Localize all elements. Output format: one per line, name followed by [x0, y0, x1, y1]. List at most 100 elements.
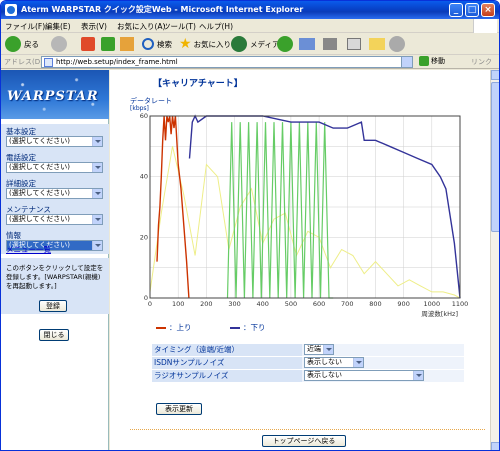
menu-view[interactable]: 表示(V) — [81, 21, 107, 32]
chevron-down-icon — [92, 241, 102, 250]
forward-arrow-icon — [51, 36, 67, 52]
address-dropdown-icon[interactable] — [401, 57, 412, 67]
favorites-button[interactable]: ★ お気に入り — [179, 35, 231, 53]
register-info-text: このボタンをクリックして設定を登録します。[WARPSTAR(親機)を再起動しま… — [6, 264, 104, 290]
ie-icon — [5, 4, 17, 16]
scroll-thumb[interactable] — [491, 82, 499, 232]
history-button[interactable] — [277, 35, 293, 53]
menu-bar: ファイル(F) 編集(E) 表示(V) お気に入り(A) ツール(T) ヘルプ(… — [1, 19, 499, 33]
minimize-button[interactable]: _ — [449, 3, 463, 17]
main-frame: 【キャリアチャート】 データレート [kbps] 0 20 40 60 0 100 200… — [110, 70, 490, 450]
mail-button[interactable] — [299, 35, 315, 53]
close-button[interactable]: × — [481, 3, 495, 17]
menu-tools[interactable]: ツール(T) — [163, 21, 196, 32]
phone-settings-select[interactable]: (選択してください) — [6, 162, 103, 173]
maximize-button[interactable]: □ — [465, 3, 479, 17]
refresh-display-button[interactable]: 表示更新 — [156, 403, 202, 415]
register-button[interactable]: 登録 — [39, 300, 67, 312]
legend-up-swatch — [156, 327, 166, 329]
timing-label: タイミング（遠端/近端） — [152, 344, 302, 356]
y-tick-label: 40 — [140, 173, 148, 181]
timing-row: タイミング（遠端/近端） 近端 — [152, 344, 464, 356]
menu-list-link[interactable]: メニュー一覧 — [6, 244, 51, 255]
isdn-noise-row: ISDNサンプルノイズ 表示しない — [152, 357, 464, 369]
x-tick-label: 1100 — [452, 300, 469, 308]
search-button[interactable]: 検索 — [142, 35, 172, 53]
messenger-button[interactable] — [389, 35, 405, 53]
stop-icon — [81, 37, 95, 51]
menu-favorites[interactable]: お気に入り(A) — [117, 21, 165, 32]
radio-noise-select[interactable]: 表示しない — [304, 370, 424, 381]
isdn-noise-label: ISDNサンプルノイズ — [152, 357, 302, 369]
chevron-down-icon — [92, 189, 102, 198]
window-title: Aterm WARPSTAR クイック設定Web - Microsoft Int… — [21, 5, 304, 14]
edit-button[interactable] — [347, 35, 361, 53]
x-tick-label: 700 — [341, 300, 353, 308]
refresh-button[interactable] — [101, 35, 115, 53]
forward-button[interactable] — [51, 35, 67, 53]
x-axis-label: 周波数[kHz] — [421, 309, 458, 318]
y-axis-label: データレート — [130, 96, 172, 105]
back-arrow-icon — [5, 36, 21, 52]
chevron-down-icon — [413, 371, 423, 380]
y-tick-labels: 0204060 — [140, 112, 148, 302]
page-icon — [44, 58, 53, 67]
windows-logo-icon — [473, 19, 497, 33]
home-icon — [120, 37, 134, 51]
radio-noise-label: ラジオサンプルノイズ — [152, 370, 302, 382]
title-bar: Aterm WARPSTAR クイック設定Web - Microsoft Int… — [1, 1, 499, 19]
left-frame: WARPSTAR 基本設定 (選択してください) 電話設定 (選択してください)… — [1, 70, 109, 450]
address-input[interactable]: http://web.setup/index_frame.html — [41, 56, 413, 68]
x-tick-label: 600 — [313, 300, 325, 308]
legend-down-swatch — [230, 327, 240, 329]
chevron-down-icon — [92, 215, 102, 224]
scroll-down-icon[interactable] — [491, 442, 499, 450]
toolbar: 戻る 検索 ★ お気に入り メディア — [1, 33, 499, 55]
menu-maintenance: メンテナンス (選択してください) — [1, 202, 109, 228]
menu-phone-settings: 電話設定 (選択してください) — [1, 150, 109, 176]
close-page-button[interactable]: 閉じる — [39, 329, 69, 341]
isdn-noise-select[interactable]: 表示しない — [304, 357, 364, 368]
scroll-up-icon[interactable] — [491, 70, 499, 80]
stop-button[interactable] — [81, 35, 95, 53]
menu-file[interactable]: ファイル(F) — [5, 21, 45, 32]
chevron-down-icon — [92, 163, 102, 172]
legend-up: ：上り — [156, 322, 192, 333]
menu-help[interactable]: ヘルプ(H) — [199, 21, 233, 32]
carrier-chart: データレート [kbps] 0 20 40 60 0 100 200 300 400 500 60… — [130, 96, 469, 318]
star-icon: ★ — [179, 36, 192, 52]
x-tick-label: 400 — [257, 300, 269, 308]
home-button[interactable] — [120, 35, 134, 53]
media-button[interactable]: メディア — [231, 35, 279, 53]
display-settings: タイミング（遠端/近端） 近端 ISDNサンプルノイズ 表示しない ラジオサンプ… — [152, 344, 464, 383]
vertical-scrollbar[interactable] — [490, 70, 499, 450]
refresh-icon — [101, 37, 115, 51]
menu-basic-settings: 基本設定 (選択してください) — [1, 124, 109, 150]
browser-window: Aterm WARPSTAR クイック設定Web - Microsoft Int… — [0, 0, 500, 451]
go-button[interactable]: 移動 — [419, 56, 445, 66]
chevron-down-icon — [92, 137, 102, 146]
address-bar: アドレス(D) http://web.setup/index_frame.htm… — [1, 55, 499, 69]
basic-settings-select[interactable]: (選択してください) — [6, 136, 103, 147]
print-icon — [323, 38, 337, 50]
menu-detail-settings: 詳細設定 (選択してください) — [1, 176, 109, 202]
y-tick-label: 60 — [140, 112, 148, 120]
x-tick-label: 100 — [172, 300, 184, 308]
media-icon — [231, 36, 247, 52]
x-tick-label: 200 — [200, 300, 212, 308]
y-axis-unit: [kbps] — [130, 105, 149, 112]
back-to-top-button[interactable]: トップページへ戻る — [262, 435, 346, 447]
messenger-icon — [389, 36, 405, 52]
timing-select[interactable]: 近端 — [304, 344, 334, 355]
folder-button[interactable] — [369, 35, 385, 53]
print-button[interactable] — [323, 35, 337, 53]
chevron-down-icon — [323, 345, 333, 354]
maintenance-select[interactable]: (選択してください) — [6, 214, 103, 225]
back-button[interactable]: 戻る — [5, 35, 39, 53]
radio-noise-row: ラジオサンプルノイズ 表示しない — [152, 370, 464, 382]
history-icon — [277, 36, 293, 52]
links-label[interactable]: リンク — [471, 57, 492, 67]
x-tick-label: 800 — [369, 300, 381, 308]
menu-edit[interactable]: 編集(E) — [45, 21, 71, 32]
detail-settings-select[interactable]: (選択してください) — [6, 188, 103, 199]
